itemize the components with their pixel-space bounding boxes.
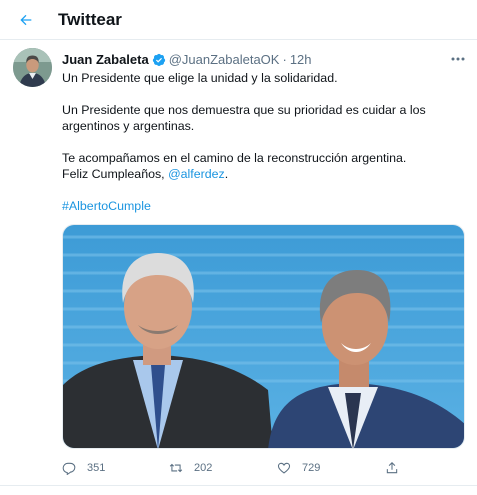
share-button[interactable] [385,458,399,478]
reply-count: 351 [87,462,106,474]
hashtag-link[interactable]: #AlbertoCumple [62,199,151,213]
meta-separator: · [282,52,287,67]
tweet-text-line: argentinos y argentinas. [62,119,195,133]
mention-link[interactable]: @alferdez [168,167,225,181]
text-segment: . [224,167,229,181]
tweet-text-line: Un Presidente que elige la unidad y la s… [62,71,338,85]
retweet-icon [169,463,183,473]
avatar[interactable] [13,48,52,87]
more-button[interactable] [448,50,468,68]
tweet-photo[interactable] [62,224,465,449]
verified-badge-icon [152,53,165,67]
tweet[interactable]: Juan Zabaleta @JuanZabaletaOK · 12h Un P… [0,40,477,486]
author-handle[interactable]: @JuanZabaletaOK [169,52,280,68]
tweet-text-line: Un Presidente que nos demuestra que su p… [62,103,426,117]
author-name[interactable]: Juan Zabaleta [62,52,149,68]
reply-icon [62,462,76,475]
page-header: Twittear [0,0,477,40]
retweet-count: 202 [194,462,213,474]
tweet-text-line: Te acompañamos en el camino de la recons… [62,151,407,165]
text-segment: Feliz Cumpleaños, [62,167,169,181]
share-icon [386,462,398,474]
heart-icon [277,462,291,474]
tweet-text-line: Feliz Cumpleaños, @alferdez. [62,166,462,182]
page-title: Twittear [58,10,122,29]
tweet-actions: 351 202 729 [62,458,465,478]
retweet-button[interactable]: 202 [169,458,212,478]
reply-button[interactable]: 351 [62,458,105,478]
tweet-meta: Juan Zabaleta @JuanZabaletaOK · 12h [62,52,312,68]
more-horizontal-icon [451,57,465,61]
back-button[interactable] [12,6,40,34]
tweet-text-line: #AlbertoCumple [62,198,462,214]
arrow-left-icon [20,14,32,26]
like-count: 729 [302,462,321,474]
tweet-time[interactable]: 12h [290,52,312,68]
like-button[interactable]: 729 [277,458,320,478]
